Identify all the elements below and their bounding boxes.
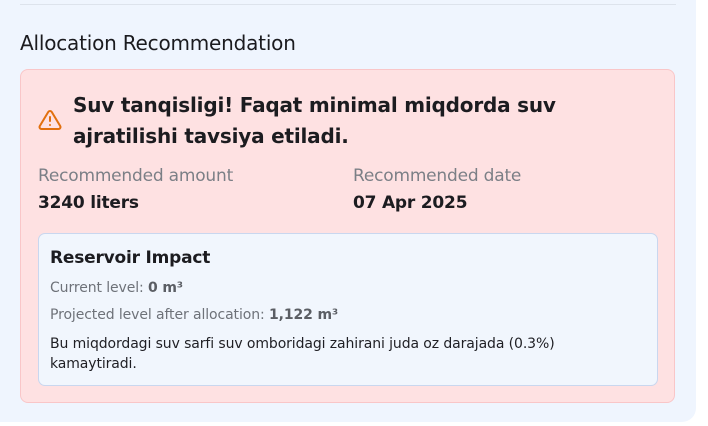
section-title: Allocation Recommendation [20,31,296,55]
current-level-value: 0 m³ [148,280,183,296]
current-level-line: Current level: 0 m³ [50,280,183,296]
alert-message: Suv tanqisligi! Faqat minimal miqdorda s… [73,93,556,148]
recommended-date-label: Recommended date [353,166,522,186]
allocation-panel: Allocation Recommendation Suv tanqisligi… [0,0,696,422]
allocation-alert-card: Suv tanqisligi! Faqat minimal miqdorda s… [20,69,675,403]
recommended-amount-label: Recommended amount [38,166,234,186]
impact-note: Bu miqdordagi suv sarfi suv omboridagi z… [50,336,555,372]
current-level-label: Current level: [50,280,144,296]
reservoir-impact-title: Reservoir Impact [50,248,211,268]
recommended-amount-value: 3240 liters [38,193,139,213]
projected-level-label: Projected level after allocation: [50,307,265,323]
warning-triangle-icon [38,108,62,132]
recommended-date-value: 07 Apr 2025 [353,193,468,213]
projected-level-value: 1,122 m³ [268,307,339,323]
reservoir-impact-box: Reservoir Impact Current level: 0 m³ Pro… [38,233,658,386]
section-divider [20,4,676,5]
projected-level-line: Projected level after allocation: 1,122 … [50,307,338,323]
